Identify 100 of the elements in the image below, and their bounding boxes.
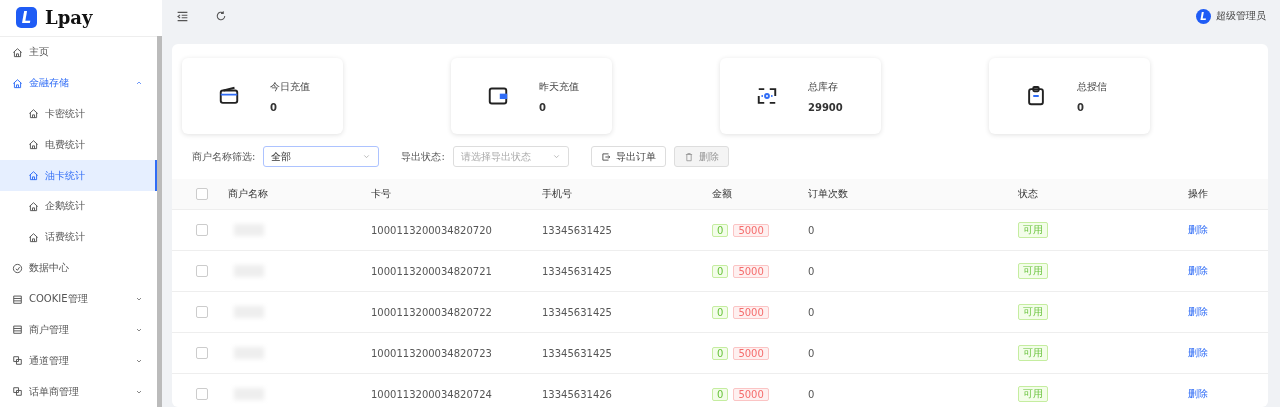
amount-tag: 0 [712,387,729,401]
table-cell: 1000113200034820723 [371,347,492,359]
status-tag: 可用 [1018,263,1048,279]
sidebar-item[interactable]: 企鹅统计 [0,191,157,222]
table-cell: 1000113200034820720 [371,224,492,236]
stat-value: 0 [270,101,278,113]
chevron-icon [362,152,372,161]
stat-label: 今日充值 [270,79,310,94]
home-icon [28,200,39,212]
column-header: 商户名称 [228,188,268,199]
trash-icon [683,151,694,162]
store-icon [12,324,23,336]
home-icon [12,77,23,89]
delete-link[interactable]: 删除 [1188,224,1208,235]
delete-link[interactable]: 删除 [1188,347,1208,358]
home-icon [28,170,39,182]
sidebar-item[interactable]: 话费统计 [0,221,157,253]
delete-link[interactable]: 删除 [1188,388,1208,399]
stat-label: 总授信 [1077,79,1107,94]
stat-label: 昨天充值 [539,79,579,94]
sidebar-item[interactable]: 卡密统计 [0,98,157,130]
stat-value: 0 [1077,101,1085,113]
table-cell: 0 [808,306,815,318]
amount-tag: 5000 [733,387,769,401]
menu-fold-icon [176,9,189,23]
sidebar-item[interactable]: 油卡统计 [0,160,157,192]
refresh-icon [215,10,227,22]
row-checkbox[interactable] [196,224,208,236]
amount-tag: 5000 [733,305,769,319]
sidebar-item[interactable]: 数据中心 [0,252,157,284]
row-checkbox[interactable] [196,265,208,277]
row-checkbox[interactable] [196,347,208,359]
sidebar-item[interactable]: 电费统计 [0,129,157,161]
user-name[interactable]: 超级管理员 [1216,9,1266,23]
card-icon [218,85,240,107]
amount-tag: 5000 [733,264,769,278]
sidebar-item[interactable]: 金融存储 [0,67,157,99]
amount-tag: 5000 [733,346,769,360]
table-cell: 13345631425 [542,306,612,318]
filter-label: 导出状态: [401,149,445,164]
delete-link[interactable]: 删除 [1188,265,1208,276]
filter-label: 商户名称筛选: [192,149,256,164]
column-header: 卡号 [371,188,391,199]
column-header: 状态 [1018,188,1038,199]
column-header: 金额 [712,188,732,199]
logo-icon: L [16,7,37,29]
store-icon [12,293,23,305]
stat-value: 0 [539,101,547,113]
select-all-checkbox[interactable] [196,188,208,200]
stat-value: 29900 [808,101,843,113]
amount-tag: 0 [712,346,729,360]
sidebar-item[interactable]: 商户管理 [0,314,157,346]
wallet-icon [487,85,509,107]
table-cell: 0 [808,388,815,400]
table-cell: 0 [808,347,815,359]
amount-tag: 0 [712,264,729,278]
stat-label: 总库存 [808,79,839,94]
table-cell: 13345631425 [542,265,612,277]
sidebar-item[interactable]: COOKIE管理 [0,283,157,315]
table-cell: 13345631425 [542,347,612,359]
amount-tag: 0 [712,223,729,237]
clipboard-icon [1025,85,1047,107]
status-tag: 可用 [1018,345,1048,361]
sidebar-item[interactable]: 主页 [0,36,157,68]
row-checkbox[interactable] [196,306,208,318]
avatar[interactable]: L [1196,8,1211,24]
export-icon [600,151,611,162]
table-cell: 0 [808,224,815,236]
table-cell: 13345631425 [542,224,612,236]
export-button[interactable]: 导出订单 [590,146,666,167]
row-checkbox[interactable] [196,388,208,400]
gauge-icon [12,262,23,274]
table-cell: 0 [808,265,815,277]
table-cell: 13345631426 [542,388,612,400]
chevron-icon [551,152,561,161]
cycle-icon [756,85,778,107]
table-cell: 1000113200034820722 [371,306,492,318]
home-icon [28,139,39,151]
sidebar-item[interactable]: 通道管理 [0,345,157,377]
copy-icon [12,355,23,367]
status-tag: 可用 [1018,386,1048,402]
column-header: 操作 [1188,188,1208,199]
home-icon [12,46,23,58]
logo-text: Lpay [45,7,93,29]
copy-icon [12,386,23,398]
delete-link[interactable]: 删除 [1188,306,1208,317]
merchant-select[interactable]: 全部 [263,146,380,167]
table-cell: 1000113200034820721 [371,265,492,277]
scrollbar[interactable] [157,36,162,407]
amount-tag: 0 [712,305,729,319]
home-icon [28,231,39,243]
table-cell: 1000113200034820724 [371,388,492,400]
home-icon [28,108,39,120]
status-tag: 可用 [1018,222,1048,238]
column-header: 订单次数 [808,188,848,199]
amount-tag: 5000 [733,223,769,237]
chevron-icon [135,295,143,303]
column-header: 手机号 [542,188,572,199]
status-tag: 可用 [1018,304,1048,320]
sidebar-item[interactable]: 话单商管理 [0,376,157,407]
